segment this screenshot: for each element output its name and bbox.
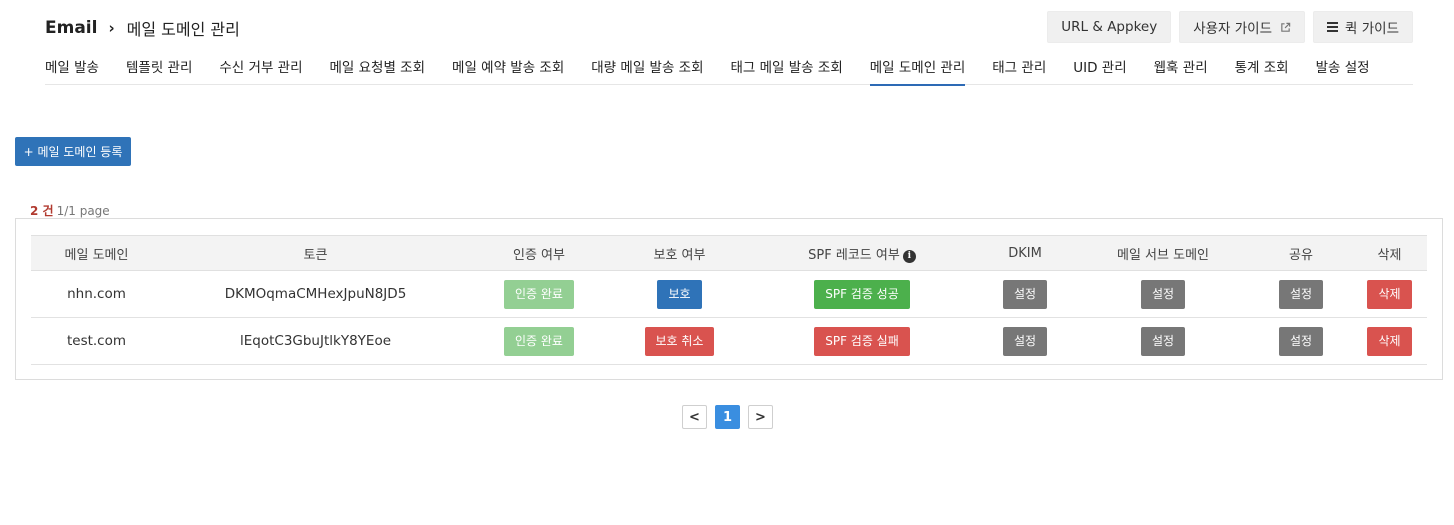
user-guide-button[interactable]: 사용자 가이드 — [1179, 11, 1306, 43]
chevron-right-icon: › — [108, 19, 115, 37]
header-domain: 메일 도메인 — [31, 235, 162, 271]
quick-guide-label: 퀵 가이드 — [1345, 21, 1399, 37]
domain-table: 메일 도메인 토큰 인증 여부 보호 여부 SPF 레코드 여부 i DKIM 메… — [31, 235, 1427, 365]
protect-button[interactable]: 보호 — [657, 279, 702, 309]
result-count: 2 건 1/1 page — [30, 202, 110, 219]
page-info: 1/1 page — [56, 204, 110, 218]
delete-button[interactable]: 삭제 — [1367, 279, 1412, 309]
spf-verify-button[interactable]: SPF 검증 성공 — [814, 279, 910, 309]
tab-tag-mail-query[interactable]: 태그 메일 발송 조회 — [731, 54, 843, 85]
external-link-icon — [1281, 22, 1291, 32]
tab-mass-query[interactable]: 대량 메일 발송 조회 — [591, 54, 703, 85]
header-spf: SPF 레코드 여부 i — [750, 235, 974, 271]
page-number-button[interactable]: 1 — [715, 405, 740, 429]
header-share: 공유 — [1250, 235, 1352, 271]
info-icon[interactable]: i — [902, 249, 916, 263]
share-settings-button[interactable]: 설정 — [1278, 326, 1324, 356]
dkim-settings-button[interactable]: 설정 — [1002, 326, 1048, 356]
add-domain-button[interactable]: + 메일 도메인 등록 — [15, 137, 131, 166]
tab-statistics[interactable]: 통계 조회 — [1235, 54, 1289, 85]
tab-webhook-manage[interactable]: 웹훅 관리 — [1154, 54, 1208, 85]
delete-button[interactable]: 삭제 — [1367, 326, 1412, 356]
prev-page-button[interactable]: < — [682, 405, 707, 429]
header-subdomain: 메일 서브 도메인 — [1076, 235, 1250, 271]
cell-token: DKMOqmaCMHexJpuN8JD5 — [162, 270, 469, 318]
header-spf-label: SPF 레코드 여부 — [808, 247, 900, 263]
url-appkey-button[interactable]: URL & Appkey — [1047, 11, 1172, 43]
spf-verify-button[interactable]: SPF 검증 실패 — [814, 326, 910, 356]
auth-status-badge: 인증 완료 — [504, 326, 574, 356]
quick-guide-button[interactable]: 퀵 가이드 — [1313, 11, 1413, 43]
share-settings-button[interactable]: 설정 — [1278, 279, 1324, 309]
next-page-button[interactable]: > — [748, 405, 773, 429]
unprotect-button[interactable]: 보호 취소 — [644, 326, 715, 356]
user-guide-label: 사용자 가이드 — [1193, 21, 1273, 37]
subdomain-settings-button[interactable]: 설정 — [1140, 326, 1186, 356]
domain-table-container: 메일 도메인 토큰 인증 여부 보호 여부 SPF 레코드 여부 i DKIM 메… — [15, 218, 1443, 380]
url-appkey-label: URL & Appkey — [1061, 19, 1158, 35]
header-dkim: DKIM — [974, 235, 1076, 271]
header-protect: 보호 여부 — [609, 235, 750, 271]
tab-domain-manage[interactable]: 메일 도메인 관리 — [869, 54, 965, 86]
header-token: 토큰 — [162, 235, 469, 271]
header-auth: 인증 여부 — [469, 235, 609, 271]
breadcrumb: Email › 메일 도메인 관리 — [45, 14, 240, 42]
tab-unsubscribe[interactable]: 수신 거부 관리 — [219, 54, 302, 85]
tab-request-query[interactable]: 메일 요청별 조회 — [330, 54, 426, 85]
tab-mail-send[interactable]: 메일 발송 — [45, 54, 99, 85]
tab-template[interactable]: 템플릿 관리 — [126, 54, 192, 85]
count-number: 2 건 — [30, 204, 54, 218]
tab-uid-manage[interactable]: UID 관리 — [1073, 54, 1126, 85]
header-delete: 삭제 — [1352, 235, 1427, 271]
tab-reservation-query[interactable]: 메일 예약 발송 조회 — [452, 54, 564, 85]
subdomain-settings-button[interactable]: 설정 — [1140, 279, 1186, 309]
cell-domain: nhn.com — [31, 270, 162, 318]
breadcrumb-root[interactable]: Email — [45, 18, 97, 38]
pagination: < 1 > — [682, 405, 773, 429]
dkim-settings-button[interactable]: 설정 — [1002, 279, 1048, 309]
page-title: 메일 도메인 관리 — [126, 20, 240, 39]
table-row: nhn.com DKMOqmaCMHexJpuN8JD5 인증 완료 보호 SP… — [31, 270, 1427, 318]
top-button-group: URL & Appkey 사용자 가이드 퀵 가이드 — [1047, 11, 1413, 43]
tab-tag-manage[interactable]: 태그 관리 — [992, 54, 1046, 85]
tab-send-settings[interactable]: 발송 설정 — [1316, 54, 1370, 85]
cell-token: lEqotC3GbuJtlkY8YEoe — [162, 317, 469, 365]
cell-domain: test.com — [31, 317, 162, 365]
auth-status-badge: 인증 완료 — [504, 279, 574, 309]
table-header-row: 메일 도메인 토큰 인증 여부 보호 여부 SPF 레코드 여부 i DKIM 메… — [31, 235, 1427, 271]
nav-tabs: 메일 발송 템플릿 관리 수신 거부 관리 메일 요청별 조회 메일 예약 발송… — [45, 54, 1413, 86]
hamburger-menu-icon — [1327, 22, 1339, 32]
table-row: test.com lEqotC3GbuJtlkY8YEoe 인증 완료 보호 취… — [31, 317, 1427, 365]
